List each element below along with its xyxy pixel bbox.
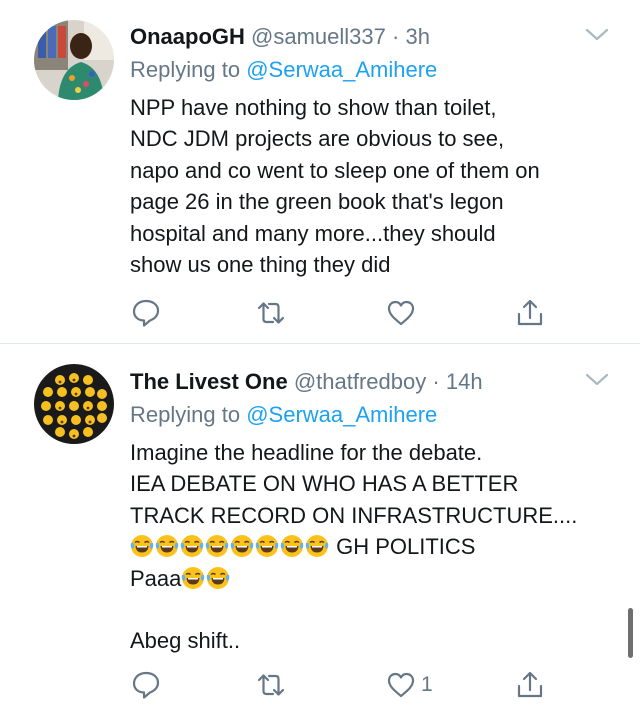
action-bar: 1 xyxy=(0,665,640,705)
tweet-text-line: page 26 in the green book that's legon xyxy=(130,189,504,215)
user-handle[interactable]: @thatfredboy xyxy=(294,369,426,394)
display-name[interactable]: OnaapoGH xyxy=(130,24,245,49)
retweet-icon xyxy=(257,302,285,324)
user-handle[interactable]: @samuell337 xyxy=(251,24,386,49)
tweet-header: The Livest One @thatfredboy · 14h xyxy=(130,367,483,397)
display-name[interactable]: The Livest One xyxy=(130,369,288,394)
joy-emoji-icon xyxy=(255,534,279,558)
share-button[interactable] xyxy=(514,665,546,705)
joy-emoji-icon xyxy=(181,566,205,590)
tweet-text-fragment: GH POLITICS xyxy=(330,534,476,560)
joy-emoji-icon xyxy=(155,534,179,558)
reply-icon xyxy=(132,671,160,699)
tweet-text-line: Imagine the headline for the debate. xyxy=(130,440,483,465)
mention-link[interactable]: @Serwaa_Amihere xyxy=(246,402,437,427)
joy-emoji-icon xyxy=(180,534,204,558)
retweet-icon xyxy=(257,674,285,696)
tweet-text-line: IEA DEBATE ON WHO HAS A BETTER xyxy=(130,471,519,497)
action-bar xyxy=(0,293,640,333)
avatar[interactable] xyxy=(34,364,114,444)
tweet-text-line: NPP have nothing to show than toilet, xyxy=(130,95,497,120)
like-count: 1 xyxy=(421,673,433,696)
scrollbar-thumb[interactable] xyxy=(628,608,633,658)
reply-icon xyxy=(132,299,160,327)
tweet[interactable]: The Livest One @thatfredboy · 14h Replyi… xyxy=(0,345,640,701)
tweet-text-line: NDC JDM projects are obvious to see, xyxy=(130,126,505,152)
tweet-text-line: show us one thing they did xyxy=(130,252,391,278)
joy-emoji-icon xyxy=(130,534,154,558)
heart-icon xyxy=(387,300,415,326)
share-icon xyxy=(517,671,543,698)
replying-to-label: Replying to xyxy=(130,402,241,427)
tweet-text: NPP have nothing to show than toilet, ND… xyxy=(130,92,620,280)
tweet-text-line: hospital and many more...they should xyxy=(130,220,496,246)
like-button[interactable]: 1 xyxy=(385,665,433,705)
timestamp[interactable]: 3h xyxy=(405,24,429,49)
replying-to-label: Replying to xyxy=(130,57,241,82)
tweet-text-line: Abeg shift.. xyxy=(130,628,241,654)
replying-to: Replying to @Serwaa_Amihere xyxy=(130,55,437,85)
avatar-emoji-grid xyxy=(34,364,114,444)
share-button[interactable] xyxy=(514,293,546,333)
tweet-header: OnaapoGH @samuell337 · 3h xyxy=(130,22,430,52)
chevron-down-icon[interactable] xyxy=(584,26,610,44)
tweet[interactable]: OnaapoGH @samuell337 · 3h Replying to @S… xyxy=(0,0,640,344)
joy-emoji-icon xyxy=(230,534,254,558)
tweet-text-line: GH POLITICS xyxy=(130,531,620,562)
joy-emoji-icon xyxy=(206,566,230,590)
reply-button[interactable] xyxy=(130,665,162,705)
timestamp[interactable]: 14h xyxy=(446,369,483,394)
avatar[interactable] xyxy=(34,20,114,100)
retweet-button[interactable] xyxy=(255,293,287,333)
joy-emoji-icon xyxy=(305,534,329,558)
tweet-text-line: Paaa xyxy=(130,563,620,594)
joy-emoji-icon xyxy=(205,534,229,558)
retweet-button[interactable] xyxy=(255,665,287,705)
separator-dot: · xyxy=(392,24,400,49)
share-icon xyxy=(517,299,543,326)
mention-link[interactable]: @Serwaa_Amihere xyxy=(246,57,437,82)
chevron-down-icon[interactable] xyxy=(584,371,610,389)
avatar-photo xyxy=(34,20,114,100)
heart-icon xyxy=(387,672,415,698)
separator-dot: · xyxy=(432,369,440,394)
like-button[interactable] xyxy=(385,293,421,333)
tweet-text: Imagine the headline for the debate. IEA… xyxy=(130,437,620,657)
tweet-text-line: TRACK RECORD ON INFRASTRUCTURE.... xyxy=(130,502,578,528)
tweet-text-line: napo and co went to sleep one of them on xyxy=(130,157,540,183)
reply-button[interactable] xyxy=(130,293,162,333)
replying-to: Replying to @Serwaa_Amihere xyxy=(130,400,437,430)
tweet-text-fragment: Paaa xyxy=(130,565,182,591)
joy-emoji-icon xyxy=(280,534,304,558)
tweet-divider xyxy=(0,343,640,344)
